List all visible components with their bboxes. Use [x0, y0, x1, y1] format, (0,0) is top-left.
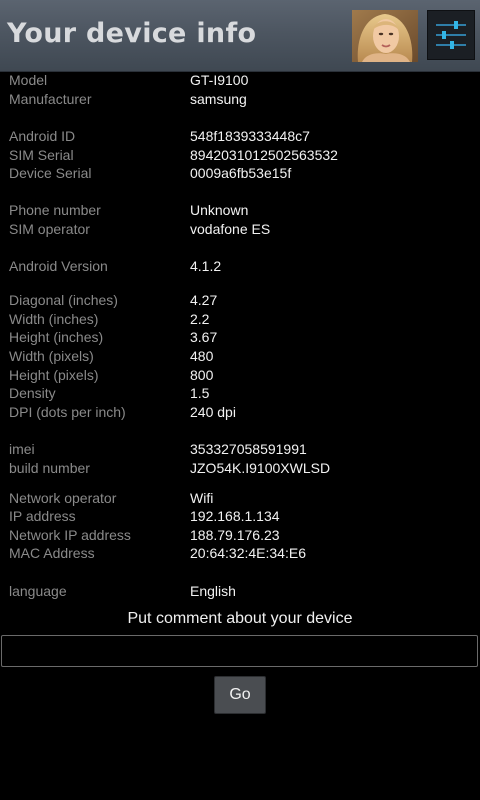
info-value: 192.168.1.134	[190, 508, 280, 524]
info-label: language	[9, 583, 67, 599]
info-label: Android ID	[9, 128, 76, 144]
info-value: 4.27	[190, 292, 218, 308]
info-label: SIM Serial	[9, 147, 74, 163]
info-label: imei	[9, 441, 35, 457]
sliders-icon	[436, 21, 466, 49]
empty-area	[0, 725, 480, 800]
info-row-dpi: DPI (dots per inch) 240 dpi	[0, 403, 480, 422]
app-title: Your device info	[7, 18, 257, 49]
info-value: English	[190, 583, 236, 599]
info-label: SIM operator	[9, 221, 90, 237]
profile-photo-icon	[352, 10, 418, 62]
info-row-density: Density 1.5	[0, 384, 480, 403]
info-value: 548f1839333448c7	[190, 128, 310, 144]
info-label: Phone number	[9, 202, 101, 218]
avatar[interactable]	[352, 10, 418, 62]
info-label: Model	[9, 72, 48, 88]
info-row-imei: imei 353327058591991	[0, 440, 480, 459]
info-label: Diagonal (inches)	[9, 292, 118, 308]
info-value: 4.1.2	[190, 258, 222, 274]
info-value: GT-I9100	[190, 72, 249, 88]
info-row-manufacturer: Manufacturer samsung	[0, 90, 480, 109]
info-value: JZO54K.I9100XWLSD	[190, 460, 331, 476]
info-value: Wifi	[190, 490, 214, 506]
info-value: Unknown	[190, 202, 249, 218]
info-label: build number	[9, 460, 90, 476]
device-info-screen: Your device info Model GT-I9100 Manufact…	[0, 0, 480, 800]
info-label: Height (pixels)	[9, 367, 99, 383]
info-label: Manufacturer	[9, 91, 92, 107]
info-value: 20:64:32:4E:34:E6	[190, 545, 306, 561]
info-value: vodafone ES	[190, 221, 271, 237]
settings-button[interactable]	[427, 10, 475, 60]
info-value: 1.5	[190, 385, 210, 401]
info-row-network-ip-address: Network IP address 188.79.176.23	[0, 526, 480, 545]
info-row-android-id: Android ID 548f1839333448c7	[0, 127, 480, 146]
info-label: IP address	[9, 508, 76, 524]
info-row-sim-operator: SIM operator vodafone ES	[0, 220, 480, 239]
action-bar: Your device info	[0, 0, 480, 72]
info-row-width-pixels: Width (pixels) 480	[0, 347, 480, 366]
info-label: Width (pixels)	[9, 348, 94, 364]
info-value: 480	[190, 348, 214, 364]
info-value: 2.2	[190, 311, 210, 327]
comment-prompt: Put comment about your device	[127, 610, 353, 627]
info-row-model: Model GT-I9100	[0, 71, 480, 90]
info-value: 8942031012502563532	[190, 147, 338, 163]
info-value: 188.79.176.23	[190, 527, 280, 543]
info-row-sim-serial: SIM Serial 8942031012502563532	[0, 146, 480, 165]
info-row-height-pixels: Height (pixels) 800	[0, 366, 480, 385]
info-row-language: language English	[0, 582, 480, 601]
info-row-build-number: build number JZO54K.I9100XWLSD	[0, 459, 480, 478]
info-label: Network IP address	[9, 527, 131, 543]
info-row-phone-number: Phone number Unknown	[0, 201, 480, 220]
info-row-network-operator: Network operator Wifi	[0, 489, 480, 508]
info-value: 800	[190, 367, 214, 383]
info-value: 353327058591991	[190, 441, 307, 457]
info-row-width-inches: Width (inches) 2.2	[0, 310, 480, 329]
info-value: 0009a6fb53e15f	[190, 165, 292, 181]
info-label: DPI (dots per inch)	[9, 404, 126, 420]
info-label: MAC Address	[9, 545, 95, 561]
info-label: Height (inches)	[9, 329, 104, 345]
info-value: samsung	[190, 91, 247, 107]
info-label: Width (inches)	[9, 311, 99, 327]
info-value: 240 dpi	[190, 404, 236, 420]
comment-input[interactable]	[1, 635, 478, 667]
info-label: Android Version	[9, 258, 108, 274]
info-row-diagonal: Diagonal (inches) 4.27	[0, 291, 480, 310]
info-value: 3.67	[190, 329, 218, 345]
info-label: Device Serial	[9, 165, 92, 181]
go-button[interactable]: Go	[214, 676, 266, 714]
info-row-mac-address: MAC Address 20:64:32:4E:34:E6	[0, 544, 480, 563]
info-row-ip-address: IP address 192.168.1.134	[0, 507, 480, 526]
info-row-height-inches: Height (inches) 3.67	[0, 328, 480, 347]
info-row-android-version: Android Version 4.1.2	[0, 257, 480, 276]
info-label: Density	[9, 385, 56, 401]
info-label: Network operator	[9, 490, 117, 506]
info-row-device-serial: Device Serial 0009a6fb53e15f	[0, 164, 480, 183]
